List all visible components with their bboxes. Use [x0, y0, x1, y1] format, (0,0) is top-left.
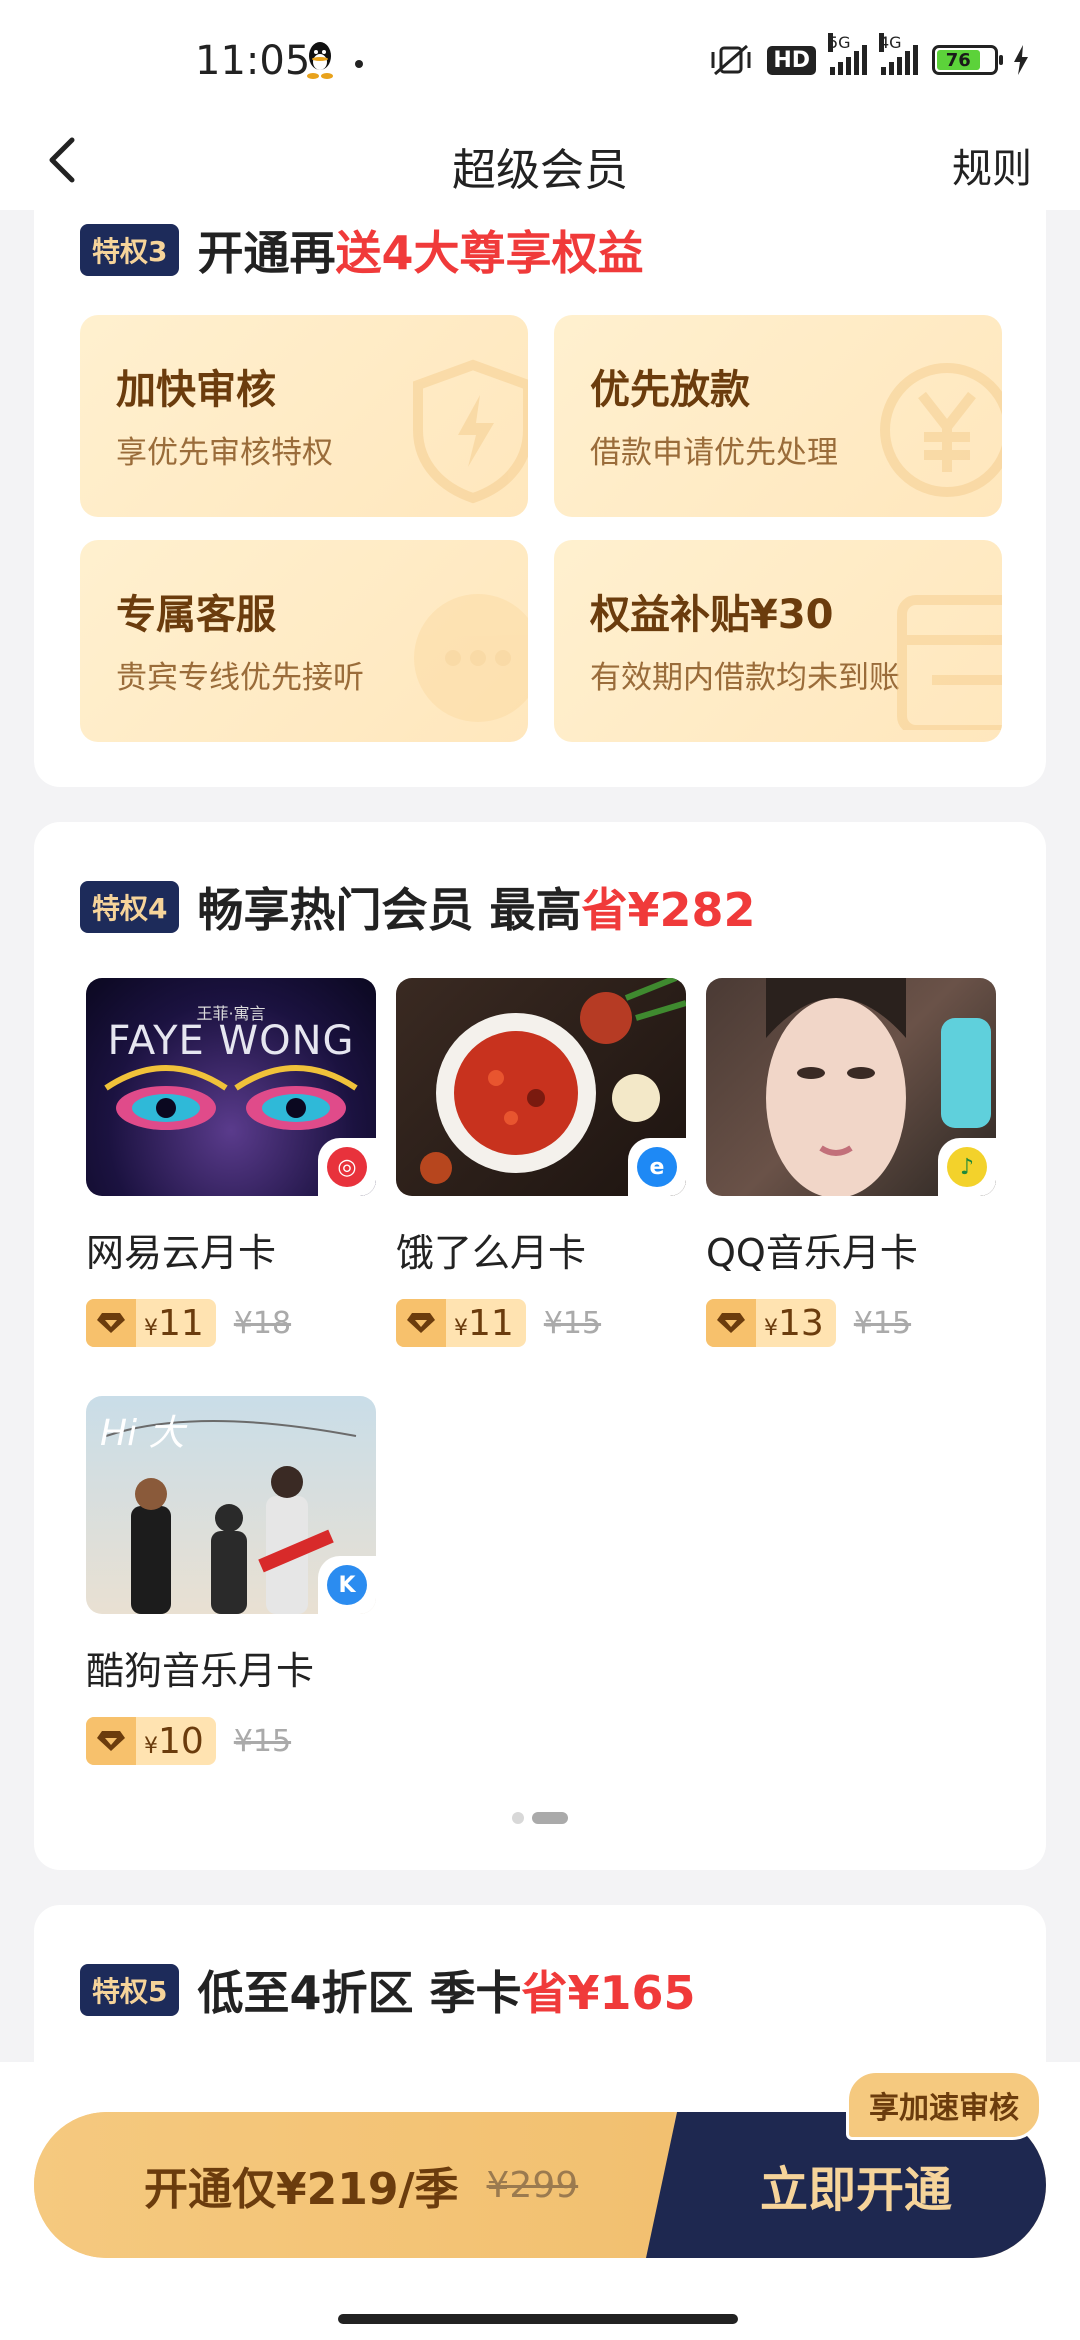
battery-icon: 76 — [932, 45, 1003, 75]
benefit-title: 专属客服 — [116, 592, 276, 638]
speed-review-tip: 享加速审核 — [846, 2070, 1042, 2140]
member-price: ¥13 — [706, 1299, 836, 1347]
cta-price-area: 开通仅¥219/季 ¥299 — [34, 2112, 674, 2258]
benefit-subsidy[interactable]: 权益补贴¥30 有效期内借款均未到账 — [554, 540, 1002, 742]
charging-icon — [1014, 45, 1028, 75]
benefit-priority-loan[interactable]: 优先放款 借款申请优先处理 — [554, 315, 1002, 517]
original-price: ¥15 — [853, 1305, 912, 1341]
battery-level: 76 — [937, 50, 980, 71]
privilege-5-header: 特权5 低至4折区 季卡省¥165 — [80, 1957, 696, 2023]
benefit-title: 加快审核 — [116, 367, 276, 413]
album-title: FAYE WONG — [107, 1018, 355, 1064]
mute-vibrate-icon — [711, 44, 751, 76]
section-title: 开通再送4大尊享权益 — [197, 226, 644, 280]
benefit-title: 优先放款 — [590, 367, 750, 413]
member-price: ¥10 — [86, 1717, 216, 1765]
member-price: ¥11 — [396, 1299, 526, 1347]
page-dot-1[interactable] — [512, 1812, 524, 1824]
privilege-3-card: 特权3 开通再送4大尊享权益 加快审核 享优先审核特权 优先放款 借款申请优先处… — [34, 195, 1046, 787]
privilege-badge: 特权5 — [80, 1964, 180, 2016]
section-title: 畅享热门会员 最高省¥282 — [197, 883, 756, 937]
bottom-bar: 开通仅¥219/季 ¥299 立即开通 享加速审核 — [0, 2062, 1080, 2340]
cta-original-price: ¥299 — [486, 2164, 579, 2206]
status-time: 11:05 — [195, 38, 311, 84]
benefit-fast-review[interactable]: 加快审核 享优先审核特权 — [80, 315, 528, 517]
vip-name: 饿了么月卡 — [396, 1231, 587, 1275]
netease-music-icon: ◎ — [318, 1138, 376, 1196]
hd-icon: HD — [767, 45, 816, 75]
vip-item-kugou[interactable]: Hi 大 K 酷狗音乐月卡 ¥10 ¥15 — [86, 1396, 376, 1765]
section-title: 低至4折区 季卡省¥165 — [197, 1966, 696, 2020]
privilege-badge: 特权4 — [80, 881, 180, 933]
band-thumbnail: Hi 大 K — [86, 1396, 376, 1614]
vip-item-eleme[interactable]: e 饿了么月卡 ¥11 ¥15 — [396, 978, 686, 1347]
yuan-coin-icon — [880, 363, 1002, 497]
price-row: ¥11 ¥15 — [396, 1299, 686, 1347]
signal-5g-icon: 5G — [828, 33, 867, 75]
card-icon — [897, 595, 1002, 730]
rules-link[interactable]: 规则 — [952, 136, 1032, 194]
album-thumbnail: 王菲·寓言 FAYE WONG ◎ — [86, 978, 376, 1196]
cta-price: 开通仅¥219/季 — [144, 2164, 459, 2215]
qq-music-icon: ♪ — [938, 1138, 996, 1196]
page-dot-2[interactable] — [532, 1812, 568, 1824]
benefit-desc: 借款申请优先处理 — [590, 435, 838, 471]
price-row: ¥13 ¥15 — [706, 1299, 996, 1347]
benefit-title: 权益补贴¥30 — [590, 592, 834, 638]
page-title: 超级会员 — [452, 145, 628, 196]
portrait-thumbnail: ♪ — [706, 978, 996, 1196]
food-thumbnail: e — [396, 978, 686, 1196]
vip-item-netease[interactable]: 王菲·寓言 FAYE WONG ◎ 网易云月卡 ¥11 ¥18 — [86, 978, 376, 1347]
benefit-desc: 享优先审核特权 — [116, 435, 333, 471]
vip-item-qqmusic[interactable]: ♪ QQ音乐月卡 ¥13 ¥15 — [706, 978, 996, 1347]
diamond-icon — [86, 1717, 136, 1765]
home-indicator[interactable] — [338, 2314, 738, 2324]
privilege-badge: 特权3 — [80, 224, 180, 276]
original-price: ¥15 — [233, 1723, 292, 1759]
eleme-icon: e — [628, 1138, 686, 1196]
benefit-desc: 有效期内借款均未到账 — [590, 660, 900, 696]
privilege-4-header: 特权4 畅享热门会员 最高省¥282 — [80, 874, 756, 940]
original-price: ¥18 — [233, 1305, 292, 1341]
kugou-icon: K — [318, 1556, 376, 1614]
original-price: ¥15 — [543, 1305, 602, 1341]
chat-bubble-icon — [414, 594, 528, 722]
shield-lightning-icon — [413, 359, 528, 504]
benefit-desc: 贵宾专线优先接听 — [116, 660, 364, 696]
price-row: ¥10 ¥15 — [86, 1717, 376, 1765]
privilege-3-header: 特权3 开通再送4大尊享权益 — [80, 217, 644, 283]
member-price: ¥11 — [86, 1299, 216, 1347]
diamond-icon — [706, 1299, 756, 1347]
diamond-icon — [86, 1299, 136, 1347]
status-bar: 11:05 HD 5G 4G 76 — [0, 0, 1080, 110]
diamond-icon — [396, 1299, 446, 1347]
notification-dot — [355, 60, 363, 68]
carousel-indicator — [34, 1812, 1046, 1824]
vip-name: 网易云月卡 — [86, 1231, 277, 1275]
price-row: ¥11 ¥18 — [86, 1299, 376, 1347]
privilege-4-card: 特权4 畅享热门会员 最高省¥282 王菲·寓言 FAYE WONG ◎ 网易云… — [34, 822, 1046, 1870]
status-icons: HD 5G 4G 76 — [709, 33, 1030, 80]
vip-name: 酷狗音乐月卡 — [86, 1649, 315, 1693]
album-title: Hi 大 — [100, 1413, 185, 1454]
qq-icon — [307, 42, 333, 79]
vip-name: QQ音乐月卡 — [706, 1231, 918, 1275]
benefit-exclusive-service[interactable]: 专属客服 贵宾专线优先接听 — [80, 540, 528, 742]
signal-4g-icon: 4G — [879, 33, 918, 75]
